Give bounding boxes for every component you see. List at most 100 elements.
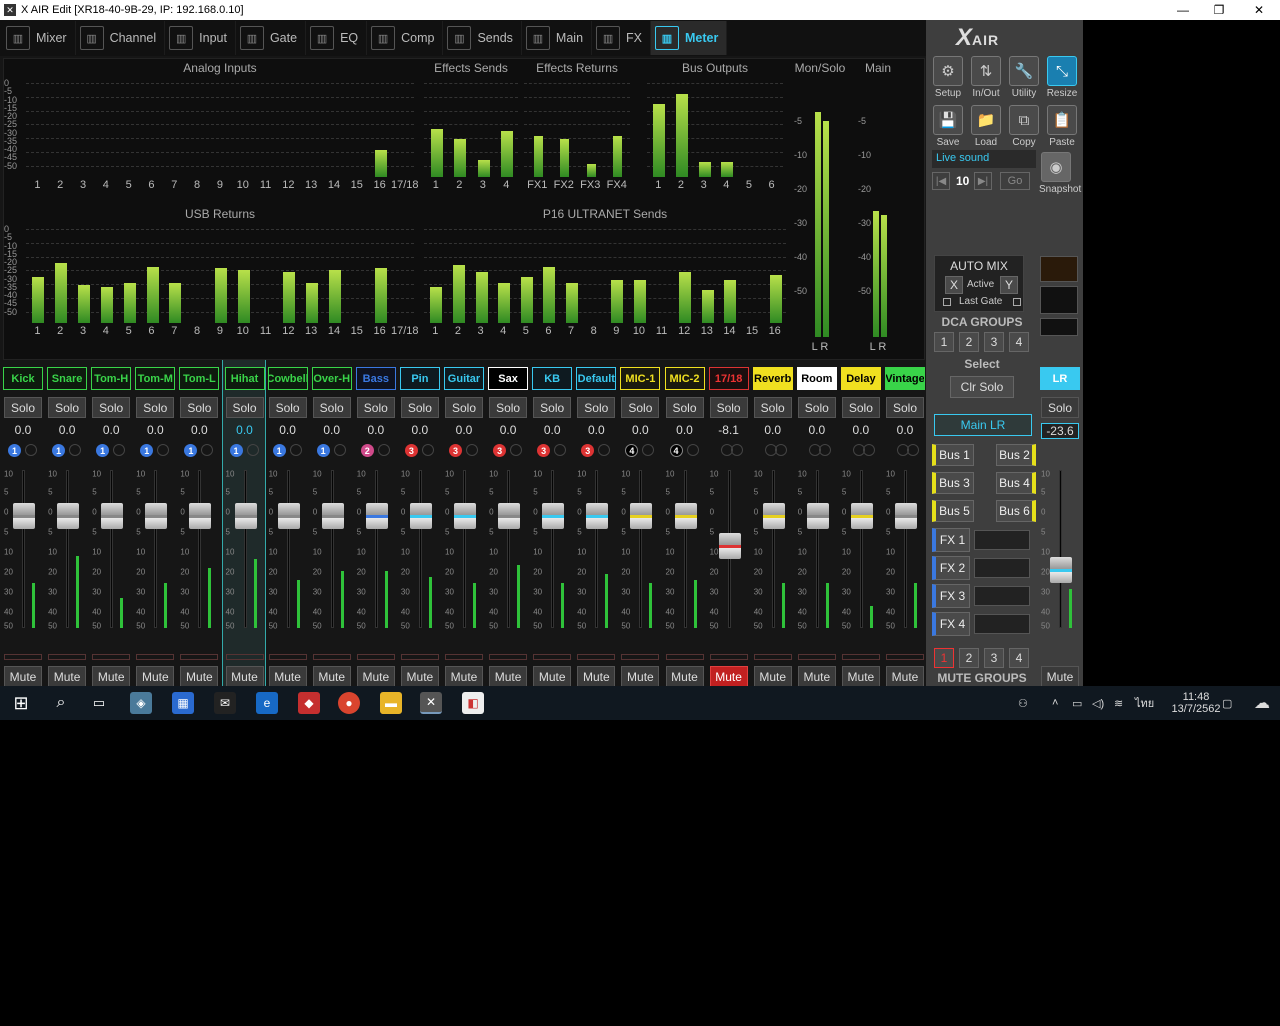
solo-button[interactable]: Solo bbox=[886, 397, 924, 418]
solo-button[interactable]: Solo bbox=[4, 397, 42, 418]
snapshot-button[interactable]: ◉ Snapshot bbox=[1039, 152, 1081, 195]
solo-button[interactable]: Solo bbox=[621, 397, 660, 418]
fader-knob[interactable] bbox=[850, 503, 873, 529]
app-white-icon[interactable]: ◧ bbox=[462, 692, 484, 714]
language-indicator[interactable]: ไทย bbox=[1135, 686, 1154, 720]
lr-gain-value[interactable]: -23.6 bbox=[1041, 423, 1079, 439]
eq-thumb[interactable] bbox=[1040, 318, 1078, 336]
channel-name[interactable]: 17/18 bbox=[708, 367, 749, 390]
solo-button[interactable]: Solo bbox=[533, 397, 572, 418]
tab-main[interactable]: ▥ Main bbox=[522, 21, 593, 55]
fader-knob[interactable] bbox=[234, 503, 257, 529]
fx-2-preview[interactable] bbox=[974, 558, 1030, 578]
paste-button[interactable]: 📋 Paste bbox=[1045, 105, 1079, 148]
gain-value[interactable]: 0.0 bbox=[488, 423, 528, 437]
channel-name[interactable]: Vintage bbox=[885, 367, 925, 390]
fader-knob[interactable] bbox=[454, 503, 476, 529]
mute-button[interactable]: Mute bbox=[445, 666, 483, 687]
search-icon[interactable]: ⌕ bbox=[50, 692, 72, 714]
gain-value[interactable]: 0.0 bbox=[797, 423, 837, 437]
channel-name[interactable]: Reverb bbox=[752, 367, 793, 390]
fader-knob[interactable] bbox=[718, 533, 741, 559]
next-snapshot-button[interactable]: ▶| bbox=[974, 172, 992, 190]
app-pinned-icon[interactable]: ◈ bbox=[130, 692, 152, 714]
channel-name[interactable]: Room bbox=[796, 367, 837, 390]
fader-knob[interactable] bbox=[321, 503, 344, 529]
minimize-button[interactable]: — bbox=[1164, 0, 1202, 20]
mute-button[interactable]: Mute bbox=[577, 666, 616, 687]
solo-button[interactable]: Solo bbox=[841, 397, 880, 418]
fader-knob[interactable] bbox=[365, 503, 388, 529]
channel-name[interactable]: KB bbox=[532, 367, 573, 390]
mute-button[interactable]: Mute bbox=[489, 666, 528, 687]
mute-group-4-button[interactable]: 4 bbox=[1009, 648, 1029, 668]
channel-name[interactable]: Over-H bbox=[311, 367, 352, 390]
fx-3-button[interactable]: FX 3 bbox=[932, 584, 970, 608]
solo-button[interactable]: Solo bbox=[489, 397, 528, 418]
chrome-icon[interactable]: ● bbox=[338, 692, 360, 714]
solo-button[interactable]: Solo bbox=[445, 397, 483, 418]
mute-button[interactable]: Mute bbox=[136, 666, 175, 687]
solo-button[interactable]: Solo bbox=[225, 397, 264, 418]
lr-name[interactable]: LR bbox=[1040, 367, 1080, 390]
gain-value[interactable]: 0.0 bbox=[885, 423, 925, 437]
mute-button[interactable]: Mute bbox=[665, 666, 704, 687]
gain-value[interactable]: 0.0 bbox=[3, 423, 43, 437]
mute-group-2-button[interactable]: 2 bbox=[959, 648, 979, 668]
fader-knob[interactable] bbox=[277, 503, 300, 529]
mute-button[interactable]: Mute bbox=[312, 666, 351, 687]
solo-button[interactable]: Solo bbox=[577, 397, 616, 418]
mute-button[interactable]: Mute bbox=[886, 666, 924, 687]
gain-value[interactable]: 0.0 bbox=[576, 423, 616, 437]
fader-knob[interactable] bbox=[57, 503, 80, 529]
xair-edit-taskbar-icon[interactable]: ✕ bbox=[420, 692, 442, 714]
channel-name[interactable]: Sax bbox=[488, 367, 529, 390]
mute-button[interactable]: Mute bbox=[797, 666, 836, 687]
fader-knob[interactable] bbox=[806, 503, 829, 529]
solo-button[interactable]: Solo bbox=[709, 397, 748, 418]
clear-solo-button[interactable]: Clr Solo bbox=[950, 376, 1014, 398]
channel-name[interactable]: Snare bbox=[47, 367, 88, 390]
gain-value[interactable]: 0.0 bbox=[532, 423, 572, 437]
bus-2-button[interactable]: Bus 2 bbox=[996, 444, 1036, 466]
gain-value[interactable]: -8.1 bbox=[709, 423, 749, 437]
tab-gate[interactable]: ▥ Gate bbox=[236, 21, 307, 55]
gain-value[interactable]: 0.0 bbox=[400, 423, 440, 437]
gain-value[interactable]: 0.0 bbox=[356, 423, 396, 437]
bus-5-button[interactable]: Bus 5 bbox=[932, 500, 974, 522]
gain-value[interactable]: 0.0 bbox=[841, 423, 881, 437]
mute-button[interactable]: Mute bbox=[268, 666, 307, 687]
app-red-icon[interactable]: ◆ bbox=[298, 692, 320, 714]
dca-button-3[interactable]: 3 bbox=[984, 332, 1004, 352]
fader-knob[interactable] bbox=[674, 503, 697, 529]
mute-button[interactable]: Mute bbox=[92, 666, 131, 687]
bus-3-button[interactable]: Bus 3 bbox=[932, 472, 974, 494]
solo-button[interactable]: Solo bbox=[356, 397, 395, 418]
fx-2-button[interactable]: FX 2 bbox=[932, 556, 970, 580]
mute-group-1-button[interactable]: 1 bbox=[934, 648, 954, 668]
gain-value[interactable]: 0.0 bbox=[620, 423, 660, 437]
save-button[interactable]: 💾 Save bbox=[931, 105, 965, 148]
mute-button[interactable]: Mute bbox=[356, 666, 395, 687]
tray-arrow-icon[interactable]: ˄ bbox=[1052, 686, 1058, 720]
gain-value[interactable]: 0.0 bbox=[753, 423, 793, 437]
fader-knob[interactable] bbox=[13, 503, 35, 529]
channel-name[interactable]: Pin bbox=[399, 367, 440, 390]
last-gate-checkbox-2[interactable] bbox=[1013, 298, 1021, 306]
gain-value[interactable]: 0.0 bbox=[665, 423, 705, 437]
clock[interactable]: 11:48 13/7/2562 bbox=[1170, 686, 1222, 720]
gain-value[interactable]: 0.0 bbox=[47, 423, 87, 437]
channel-name[interactable]: Cowbell bbox=[267, 367, 308, 390]
close-button[interactable]: ✕ bbox=[1240, 0, 1278, 20]
bus-6-button[interactable]: Bus 6 bbox=[996, 500, 1036, 522]
solo-button[interactable]: Solo bbox=[48, 397, 87, 418]
tab-mixer[interactable]: ▥ Mixer bbox=[2, 21, 76, 55]
solo-button[interactable]: Solo bbox=[312, 397, 351, 418]
automix-y-button[interactable]: Y bbox=[1000, 276, 1018, 294]
mute-button[interactable]: Mute bbox=[400, 666, 439, 687]
windows-start-icon[interactable]: ⊞ bbox=[10, 692, 32, 714]
channel-name[interactable]: Kick bbox=[3, 367, 43, 390]
bus-4-button[interactable]: Bus 4 bbox=[996, 472, 1036, 494]
channel-name[interactable]: MIC-1 bbox=[620, 367, 661, 390]
tab-input[interactable]: ▥ Input bbox=[165, 21, 236, 55]
